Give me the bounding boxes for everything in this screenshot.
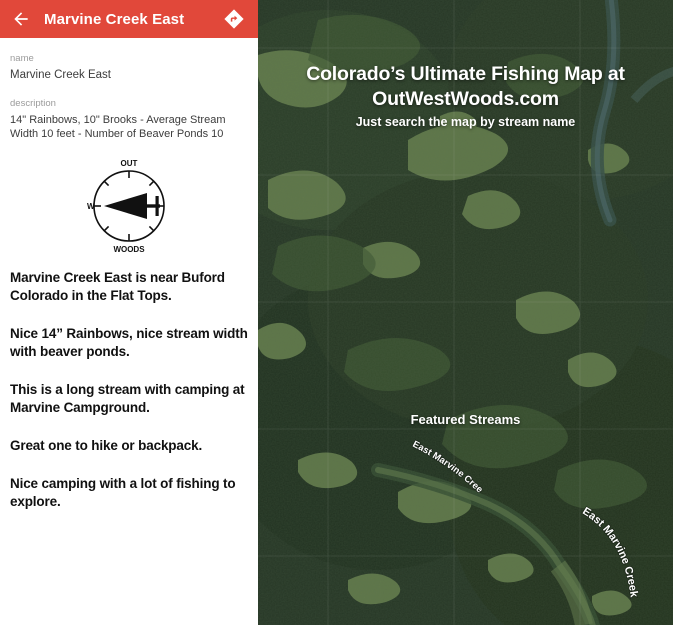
logo-bottom-text: WOODS [113, 245, 145, 254]
narrative-paragraph: Nice camping with a lot of fishing to ex… [10, 476, 236, 509]
app-root: Marvine Creek East name Marvine Creek Ea… [0, 0, 673, 625]
back-arrow-icon[interactable] [10, 8, 32, 30]
directions-diamond-icon[interactable] [222, 7, 246, 31]
page-title: Marvine Creek East [44, 10, 185, 28]
field-value-name: Marvine Creek East [10, 69, 111, 81]
satellite-imagery [258, 0, 673, 625]
narrative-paragraph: Great one to hike or backpack. [10, 438, 203, 453]
panel-body: name Marvine Creek East description 14" … [0, 52, 258, 141]
outwestwoods-compass-logo: OUT W WOODS [87, 159, 165, 254]
field-label-name: name [10, 53, 34, 64]
panel-header: Marvine Creek East [0, 0, 258, 38]
logo-left-text: W [87, 202, 95, 211]
narrative-text: Marvine Creek East is near Buford Colora… [0, 269, 258, 511]
narrative-paragraph: Nice 14” Rainbows, nice stream width wit… [10, 326, 248, 359]
map-view[interactable]: Colorado’s Ultimate Fishing Map at OutWe… [258, 0, 673, 625]
detail-panel: Marvine Creek East name Marvine Creek Ea… [0, 0, 258, 625]
narrative-paragraph: Marvine Creek East is near Buford Colora… [10, 270, 225, 303]
logo-top-text: OUT [121, 159, 138, 168]
brand-logo: OUT W WOODS [0, 155, 258, 255]
field-value-description: 14" Rainbows, 10" Brooks - Average Strea… [10, 114, 226, 140]
field-label-description: description [10, 98, 56, 109]
field-name: name Marvine Creek East [10, 52, 248, 83]
narrative-paragraph: This is a long stream with camping at Ma… [10, 382, 245, 415]
field-description: description 14" Rainbows, 10" Brooks - A… [10, 97, 248, 141]
